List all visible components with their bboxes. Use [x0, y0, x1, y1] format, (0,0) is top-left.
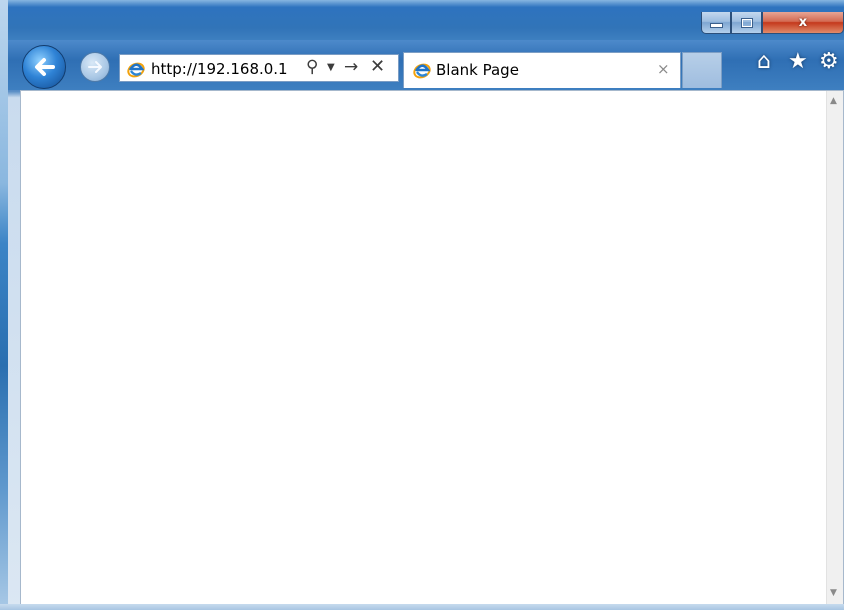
close-glyph: x	[798, 15, 808, 30]
window-left-edge	[0, 0, 8, 610]
home-icon[interactable]: ⌂	[757, 51, 771, 73]
forward-arrow-icon	[88, 61, 102, 73]
minimize-button[interactable]	[701, 12, 731, 34]
favorites-star-icon[interactable]: ★	[788, 51, 808, 73]
search-icon[interactable]: ⚲	[306, 57, 318, 77]
back-arrow-icon	[35, 58, 55, 76]
vertical-scrollbar[interactable]: ▲ ▼	[826, 91, 843, 604]
maximize-button[interactable]	[731, 12, 762, 34]
ie-icon	[127, 62, 145, 78]
address-bar[interactable]: http://192.168.0.1 ⚲ ▼ → ✕	[119, 54, 399, 82]
tab-title: Blank Page	[436, 61, 519, 79]
window-bottom-edge	[0, 604, 844, 610]
tab-blank-page[interactable]: Blank Page ×	[403, 52, 681, 88]
dropdown-icon[interactable]: ▼	[327, 62, 335, 73]
scroll-down-icon[interactable]: ▼	[830, 588, 837, 598]
address-url[interactable]: http://192.168.0.1	[151, 60, 288, 78]
maximize-icon	[732, 12, 761, 33]
tab-close-icon[interactable]: ×	[657, 60, 670, 78]
close-button[interactable]: x	[762, 12, 844, 34]
page-content[interactable]: ▲ ▼	[20, 90, 844, 605]
ie-icon	[413, 63, 431, 79]
scroll-up-icon[interactable]: ▲	[830, 96, 837, 106]
go-arrow-icon[interactable]: →	[344, 57, 358, 77]
minimize-icon	[702, 12, 730, 33]
new-tab-button[interactable]	[682, 52, 722, 88]
forward-button[interactable]	[80, 52, 110, 82]
tools-gear-icon[interactable]: ⚙	[819, 51, 839, 73]
back-button[interactable]	[22, 45, 66, 89]
stop-icon[interactable]: ✕	[370, 56, 385, 77]
close-icon: x	[763, 12, 843, 33]
